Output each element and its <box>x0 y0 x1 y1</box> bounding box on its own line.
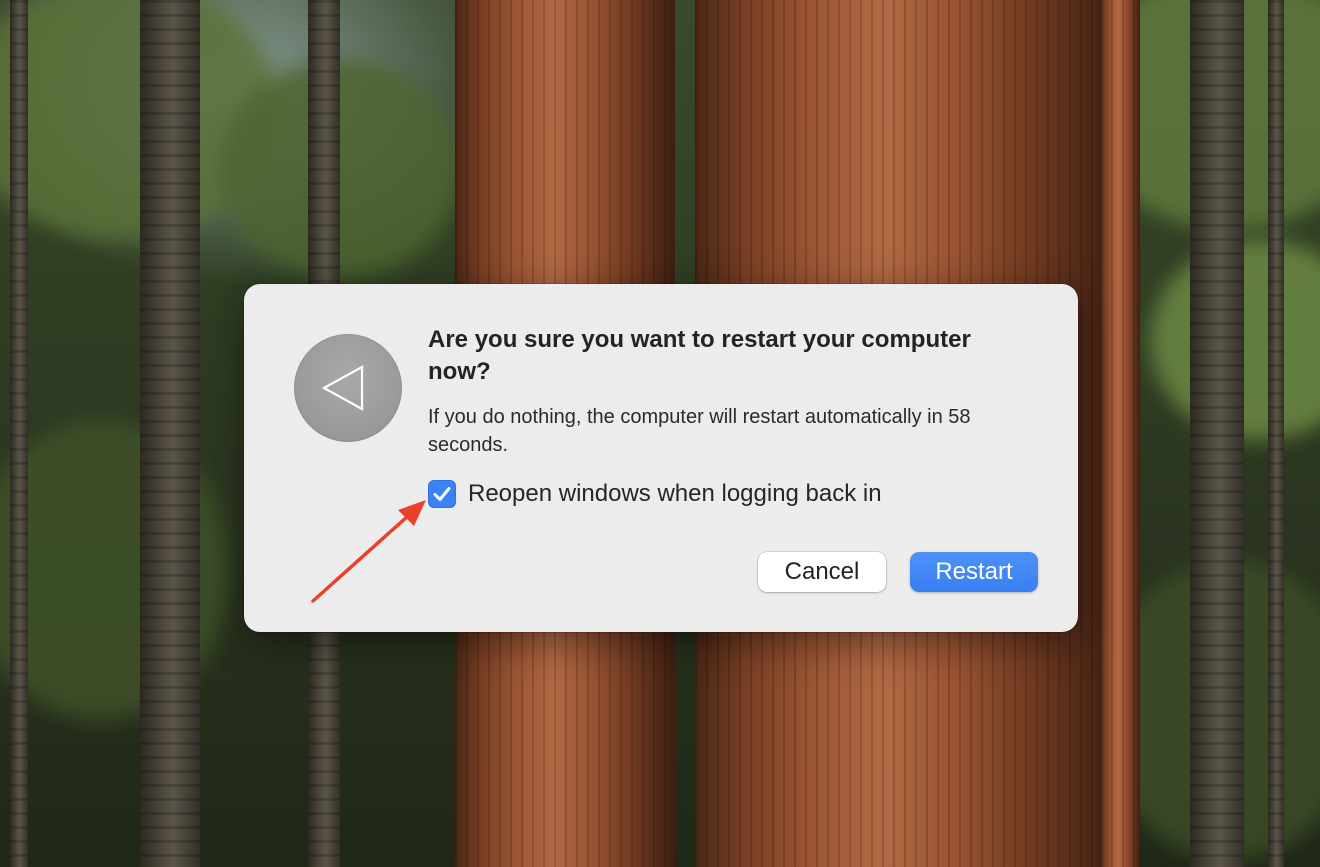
checkmark-icon <box>433 487 451 501</box>
dialog-title: Are you sure you want to restart your co… <box>428 326 971 385</box>
reopen-windows-label[interactable]: Reopen windows when logging back in <box>468 480 882 508</box>
left-triangle-icon <box>321 365 364 411</box>
restart-triangle-icon <box>294 334 402 442</box>
cancel-button[interactable]: Cancel <box>758 552 886 592</box>
reopen-windows-checkbox[interactable] <box>428 480 456 508</box>
restart-button[interactable]: Restart <box>910 552 1038 592</box>
dialog-message: If you do nothing, the computer will res… <box>428 406 971 456</box>
restart-confirmation-dialog: Are you sure you want to restart your co… <box>244 284 1078 632</box>
reopen-windows-option[interactable]: Reopen windows when logging back in <box>428 480 882 508</box>
